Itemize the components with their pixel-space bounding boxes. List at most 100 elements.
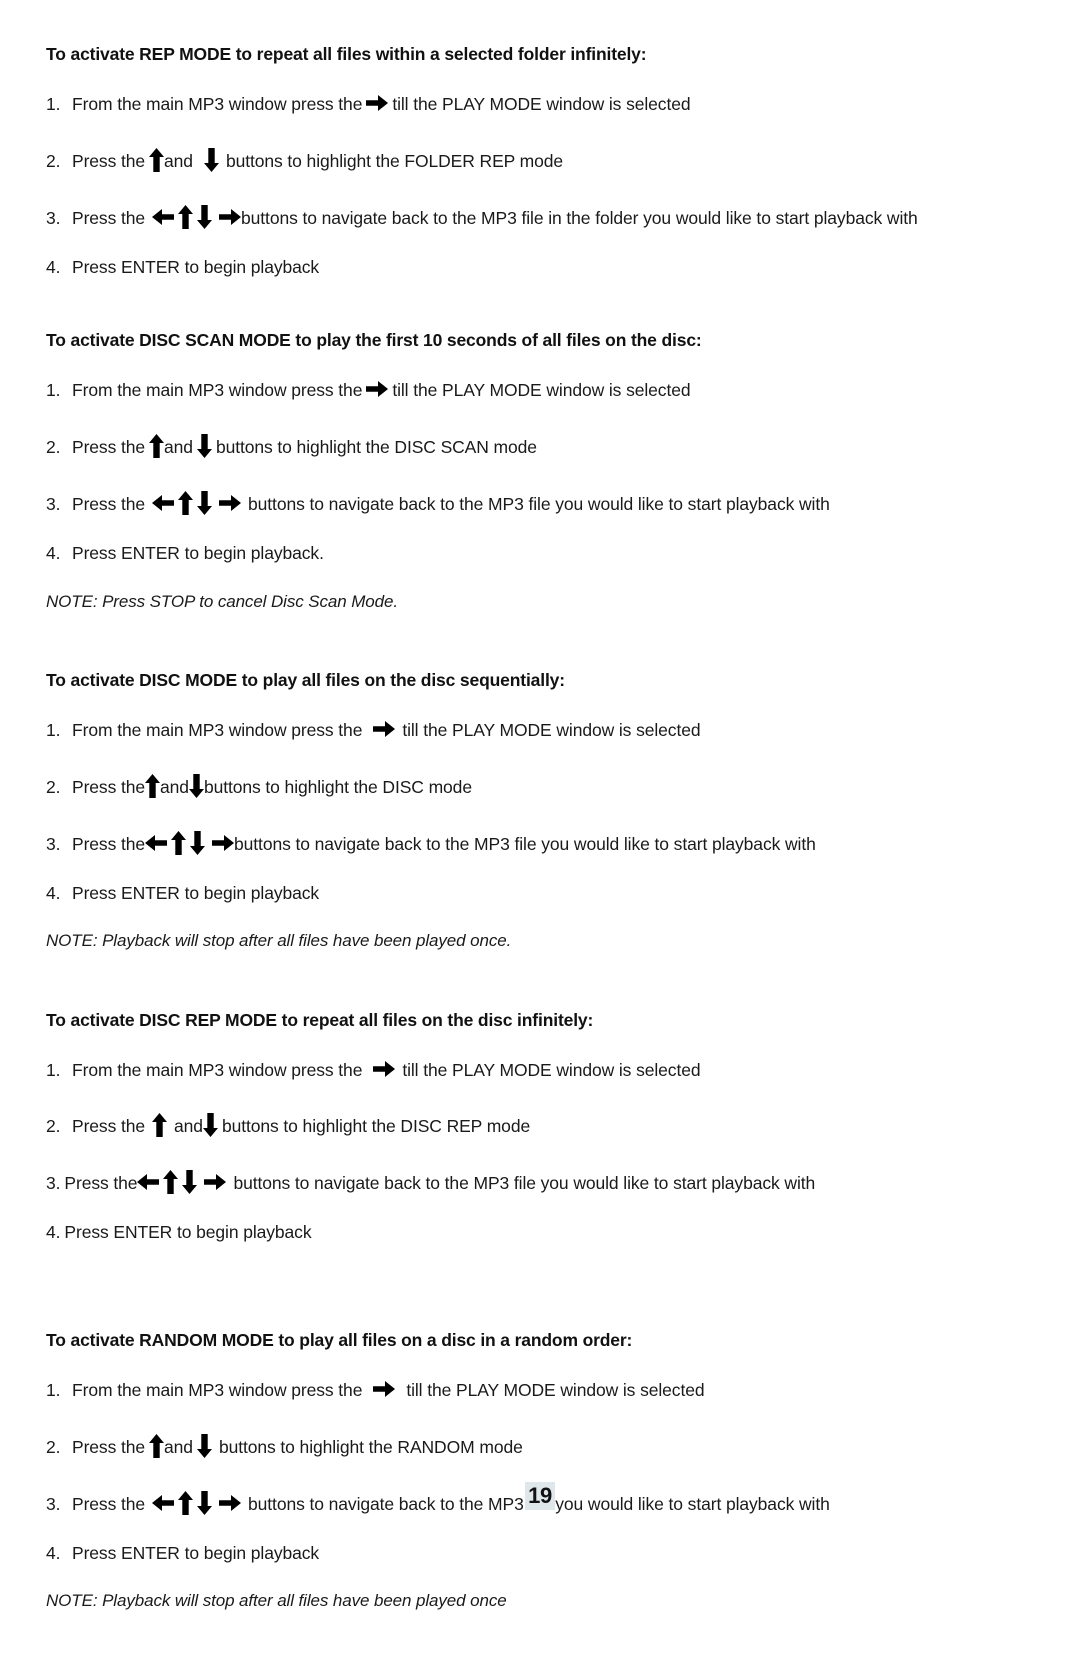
document-page: To activate REP MODE to repeat all files… <box>0 0 1080 1669</box>
step-text-middle: and <box>160 776 189 797</box>
arrow-right-icon <box>219 494 242 512</box>
page-number: 19 <box>525 1482 555 1510</box>
step-text-before: Press ENTER to begin playback <box>72 882 320 903</box>
step-number: 1. <box>46 1059 61 1080</box>
step-text-middle: and <box>164 1436 193 1457</box>
page-number-container: 19 <box>0 1482 1080 1510</box>
step-number: 2. <box>46 437 61 458</box>
section-heading-disc-rep-mode: To activate DISC REP MODE to repeat all … <box>46 1009 594 1030</box>
step-text-before: Press ENTER to begin playback. <box>72 542 324 563</box>
section-heading-rep-mode: To activate REP MODE to repeat all files… <box>46 44 647 64</box>
arrow-down-icon <box>203 147 219 172</box>
arrow-up-icon <box>163 1170 179 1195</box>
step-text-before: Press ENTER to begin playback <box>64 1222 312 1243</box>
arrow-right-icon <box>204 1173 227 1191</box>
step-text-before: Press the <box>72 494 146 514</box>
step-text-after: till the PLAY MODE window is selected <box>406 1379 705 1400</box>
step-number: 3. <box>46 494 61 514</box>
arrow-down-icon <box>196 434 212 459</box>
step-text-after: buttons to highlight the DISC REP mode <box>221 1116 531 1137</box>
arrow-down-icon <box>196 1433 212 1458</box>
arrow-left-icon <box>152 494 175 512</box>
step-text-before: Press ENTER to begin playback <box>72 256 320 277</box>
step-item: 2. Press the and buttons to highlight the … <box>46 143 1008 173</box>
step-item: 3. Press the buttons to navigate back to … <box>46 486 1008 516</box>
arrow-up-icon <box>145 773 161 798</box>
arrow-up-icon <box>178 491 194 515</box>
step-number: 1. <box>46 1379 61 1400</box>
arrow-right-icon <box>373 1060 396 1078</box>
step-text-before: From the main MP3 window press the <box>72 719 363 740</box>
section-heading-random-mode: To activate RANDOM MODE to play all file… <box>46 1330 633 1350</box>
step-item: 3. Press the buttons to navigate back to … <box>46 200 1008 230</box>
step-item: 3. Press the buttons to navigate back to … <box>46 826 1008 856</box>
arrow-up-icon <box>149 434 165 459</box>
step-number: 2. <box>46 1436 61 1457</box>
arrow-right-icon <box>373 720 396 738</box>
arrow-right-icon <box>219 208 242 226</box>
step-number: 3. <box>46 1173 61 1194</box>
step-text-after: buttons to highlight the RANDOM mode <box>218 1436 523 1457</box>
arrow-right-icon <box>373 1380 396 1398</box>
arrow-left-icon <box>145 834 168 852</box>
step-text-after: till the PLAY MODE window is selected <box>392 380 691 401</box>
step-text-after: till the PLAY MODE window is selected <box>402 1059 701 1080</box>
section-heading-disc-mode: To activate DISC MODE to play all files … <box>46 670 565 690</box>
step-item: 2. Press the and buttons to highlight the … <box>46 1429 1008 1459</box>
step-number: 1. <box>46 93 61 114</box>
step-text-after: buttons to navigate back to the MP3 file… <box>233 1173 816 1194</box>
step-text-after: till the PLAY MODE window is selected <box>392 93 691 114</box>
arrow-left-icon <box>152 208 175 226</box>
step-number: 4. <box>46 256 61 277</box>
step-number: 1. <box>46 719 61 740</box>
step-text-before: Press ENTER to begin playback <box>72 1542 320 1563</box>
step-item: 4. Press ENTER to begin playback <box>46 883 1008 905</box>
step-text-before: From the main MP3 window press the <box>72 93 363 114</box>
section-note: NOTE: Press STOP to cancel Disc Scan Mod… <box>46 591 398 611</box>
step-text-after: buttons to navigate back to the MP3 file… <box>248 494 830 514</box>
step-text-before: Press the <box>72 1436 146 1457</box>
step-text-middle: and <box>164 437 193 458</box>
step-item: 1. From the main MP3 window press the til… <box>46 718 1008 742</box>
step-text-after: buttons to highlight the DISC SCAN mode <box>215 437 537 458</box>
arrow-right-icon <box>366 380 389 398</box>
arrow-down-icon <box>197 491 213 515</box>
step-item: 4. Press ENTER to begin playback. <box>46 543 1008 565</box>
step-number: 4. <box>46 542 61 563</box>
step-text-before: From the main MP3 window press the <box>72 1379 363 1400</box>
step-number: 3. <box>46 833 61 854</box>
arrow-down-icon <box>197 204 213 229</box>
step-item: 4. Press ENTER to begin playback <box>46 257 1008 279</box>
step-item: 3. Press the buttons to navigate back to t… <box>46 1165 1008 1195</box>
arrow-down-icon <box>202 1113 218 1138</box>
arrow-down-icon <box>182 1170 198 1195</box>
step-number: 2. <box>46 1116 61 1137</box>
step-text-before: Press the <box>72 207 146 228</box>
step-text-before: Press the <box>64 1173 138 1194</box>
section-note: NOTE: Playback will stop after all files… <box>46 931 512 951</box>
step-number: 4. <box>46 882 61 903</box>
section-note: NOTE: Playback will stop after all files… <box>46 1591 507 1611</box>
step-text-after: buttons to navigate back to the MP3 file… <box>234 833 816 854</box>
arrow-down-icon <box>188 773 204 798</box>
step-text-before: From the main MP3 window press the <box>72 1059 363 1080</box>
arrow-right-icon <box>212 834 235 852</box>
arrow-up-icon <box>178 204 194 229</box>
step-text-before: Press the <box>72 833 146 854</box>
step-number: 2. <box>46 776 61 797</box>
step-item: 1. From the main MP3 window press the til… <box>46 92 1008 116</box>
step-text-before: From the main MP3 window press the <box>72 380 363 401</box>
step-text-before: Press the <box>72 437 146 458</box>
arrow-up-icon <box>171 830 187 855</box>
step-item: 2. Press the and buttons to highlight the … <box>46 1108 1008 1138</box>
step-item: 2. Press the and buttons to highlight the … <box>46 769 1008 799</box>
step-item: 2. Press the and buttons to highlight the … <box>46 429 1008 459</box>
step-number: 3. <box>46 207 61 228</box>
step-text-after: buttons to highlight the DISC mode <box>203 776 472 797</box>
step-item: 1. From the main MP3 window press the til… <box>46 1058 1008 1082</box>
arrow-down-icon <box>190 830 206 855</box>
arrow-up-icon <box>149 147 165 172</box>
arrow-left-icon <box>137 1173 160 1191</box>
step-text-after: till the PLAY MODE window is selected <box>402 719 701 740</box>
step-text-after: buttons to highlight the FOLDER REP mode <box>225 150 564 171</box>
